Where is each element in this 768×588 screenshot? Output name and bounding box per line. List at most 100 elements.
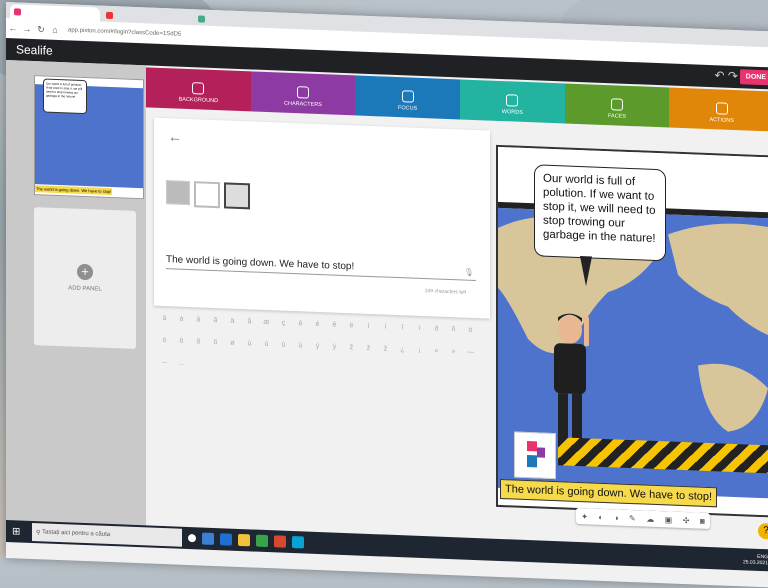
- special-char-key[interactable]: ž: [377, 338, 394, 361]
- tab-label: FACES: [608, 113, 627, 120]
- special-char-key[interactable]: á: [173, 308, 190, 331]
- back-arrow-icon[interactable]: ←: [168, 128, 182, 145]
- special-char-key[interactable]: ò: [462, 320, 479, 343]
- special-char-key[interactable]: í: [377, 316, 394, 339]
- url-field[interactable]: app.pixton.com/#/login?classCode=1SdD5: [68, 27, 181, 37]
- bubble-style-picker: [166, 180, 250, 210]
- windows-taskbar: ⊞ ⚲ Tastați aici pentru a căuta ENG 25.0…: [6, 520, 768, 572]
- special-char-key[interactable]: å: [241, 311, 258, 334]
- special-char-key[interactable]: —: [462, 342, 479, 365]
- browser-window: ← → ↻ ⌂ app.pixton.com/#/login?classCode…: [6, 2, 768, 588]
- special-char-key[interactable]: ù: [241, 333, 258, 356]
- edit-icon[interactable]: ✎: [629, 513, 636, 522]
- edge-icon[interactable]: [220, 533, 232, 546]
- panel-list: Our world is full of polution. If we wan…: [6, 60, 146, 532]
- thumbnail-bubble: Our world is full of polution. If we wan…: [43, 78, 87, 115]
- special-char-key[interactable]: ã: [207, 310, 224, 333]
- special-char-key[interactable]: ú: [258, 334, 275, 357]
- style-option-caption[interactable]: [224, 182, 250, 210]
- special-char-key[interactable]: é: [309, 314, 326, 337]
- taskbar-search[interactable]: ⚲ Tastați aici pentru a căuta: [32, 522, 182, 547]
- tab-actions[interactable]: ACTIONS: [669, 87, 768, 132]
- character-figure[interactable]: [548, 309, 598, 451]
- tab-focus[interactable]: FOCUS: [355, 75, 461, 120]
- tab-background[interactable]: BACKGROUND: [146, 67, 251, 112]
- task-view-icon[interactable]: [202, 532, 214, 545]
- pixton-logo: [514, 431, 556, 480]
- style-option-narration[interactable]: [166, 180, 190, 206]
- undo-redo-icon[interactable]: ↶ ↷: [715, 68, 738, 83]
- special-char-key[interactable]: è: [292, 313, 309, 336]
- special-char-key[interactable]: ø: [224, 332, 241, 355]
- back-arrow-icon[interactable]: ←: [6, 23, 20, 34]
- special-char-key[interactable]: ¿: [394, 339, 411, 362]
- speech-bubble[interactable]: Our world is full of polution. If we wan…: [534, 164, 666, 262]
- windows-start-icon[interactable]: ⊞: [12, 526, 28, 538]
- taskbar-search-placeholder: Tastați aici pentru a căuta: [42, 529, 111, 538]
- text-input[interactable]: The world is going down. We have to stop…: [166, 254, 476, 282]
- done-button[interactable]: DONE: [739, 69, 768, 86]
- style-option-speech[interactable]: [194, 181, 220, 209]
- special-char-key[interactable]: ç: [275, 312, 292, 335]
- special-char-key[interactable]: ü: [292, 335, 309, 358]
- file-explorer-icon[interactable]: [238, 533, 250, 547]
- tab-characters[interactable]: CHARACTERS: [250, 71, 356, 116]
- add-panel-button[interactable]: + ADD PANEL: [34, 207, 136, 349]
- reload-icon[interactable]: ↻: [34, 24, 48, 36]
- special-char-key[interactable]: ¡: [411, 340, 428, 363]
- special-char-key[interactable]: ñ: [445, 319, 462, 342]
- tab-words[interactable]: WORDS: [460, 79, 565, 124]
- special-char-key[interactable]: …: [173, 352, 190, 375]
- special-char-key[interactable]: û: [275, 334, 292, 357]
- add-panel-label: ADD PANEL: [68, 285, 102, 293]
- cloud-icon[interactable]: ☁: [646, 514, 654, 523]
- special-char-key[interactable]: ó: [156, 330, 173, 353]
- tab-label: ACTIONS: [709, 117, 734, 124]
- special-char-key[interactable]: æ: [258, 312, 275, 335]
- special-char-key[interactable]: »: [445, 341, 462, 364]
- select-icon[interactable]: ✦: [581, 512, 588, 521]
- special-char-key[interactable]: ë: [343, 315, 360, 338]
- special-char-key[interactable]: ž: [360, 338, 377, 361]
- move-icon[interactable]: ✣: [683, 515, 690, 524]
- speech-bubble-tail: [580, 256, 592, 287]
- special-char-key[interactable]: ý: [309, 336, 326, 359]
- special-char-key[interactable]: î: [394, 317, 411, 340]
- tab-label: FOCUS: [398, 105, 418, 112]
- special-char-key[interactable]: ö: [207, 332, 224, 355]
- cortana-icon[interactable]: [188, 533, 196, 543]
- special-char-key[interactable]: ÿ: [326, 336, 343, 359]
- app-icon[interactable]: [292, 535, 304, 549]
- date-label: 25.03.2021: [742, 559, 768, 567]
- office-icon[interactable]: [274, 535, 286, 548]
- comic-title[interactable]: Sealife: [16, 42, 53, 57]
- tab-faces[interactable]: FACES: [564, 83, 670, 128]
- special-char-key[interactable]: õ: [190, 331, 207, 354]
- moon-left-icon[interactable]: ◐: [598, 512, 603, 521]
- special-char-key[interactable]: –: [156, 352, 173, 375]
- home-icon[interactable]: ⌂: [48, 25, 62, 36]
- special-char-key[interactable]: ì: [360, 316, 377, 339]
- tab-label: WORDS: [501, 109, 523, 116]
- special-char-key[interactable]: ï: [411, 318, 428, 341]
- comic-panel[interactable]: Our world is full of polution. If we wan…: [496, 144, 768, 518]
- special-char-key[interactable]: ô: [173, 330, 190, 353]
- moon-right-icon[interactable]: ◑: [614, 513, 619, 522]
- image-icon[interactable]: ▣: [665, 515, 673, 524]
- special-char-key[interactable]: ê: [326, 314, 343, 337]
- tab-label: BACKGROUND: [178, 96, 219, 105]
- special-characters: à á â ã ä å æ ç è é ê ë ì í î ï ð ñ òó ô õ ö ø ù ú û ü ý ÿ ž ž ž ¿ ¡ «» —–…: [156, 308, 492, 387]
- move-icon: [401, 90, 414, 103]
- special-char-key[interactable]: ð: [428, 318, 445, 341]
- special-char-key[interactable]: ä: [224, 310, 241, 333]
- special-char-key[interactable]: à: [156, 308, 173, 331]
- panel-thumbnail[interactable]: Our world is full of polution. If we wan…: [34, 75, 144, 200]
- chrome-icon[interactable]: [256, 534, 268, 548]
- special-char-key[interactable]: ž: [343, 337, 360, 360]
- special-char-key[interactable]: â: [190, 309, 207, 332]
- microphone-icon[interactable]: 🎙: [464, 268, 474, 277]
- special-char-key[interactable]: «: [428, 340, 445, 363]
- forward-arrow-icon[interactable]: →: [20, 24, 34, 35]
- camera-icon[interactable]: ◙: [700, 516, 705, 525]
- help-button[interactable]: ?: [758, 522, 768, 540]
